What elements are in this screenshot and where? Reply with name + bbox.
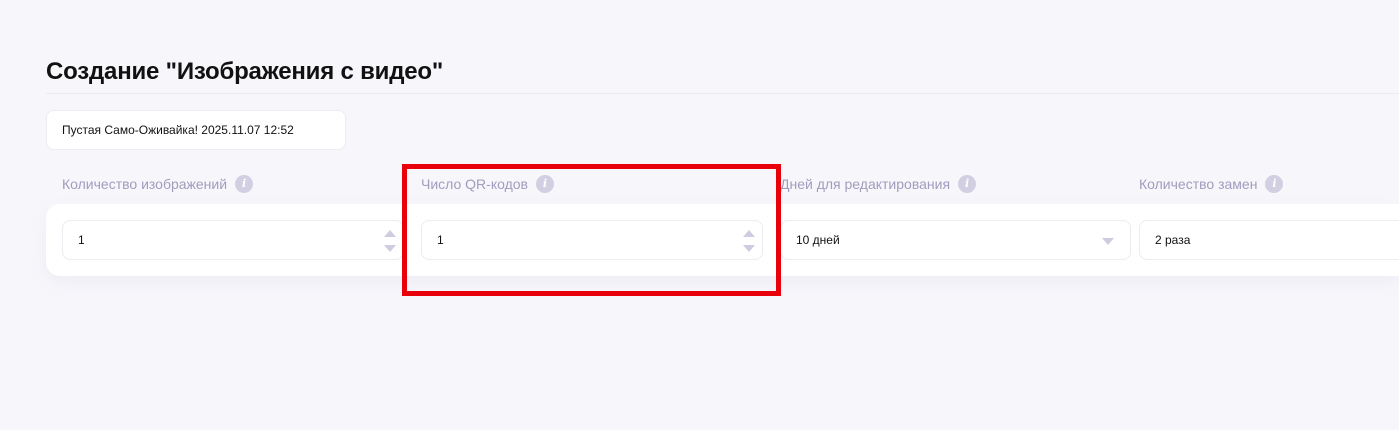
label-replacements: Количество замен i [1139,175,1284,193]
project-name-field[interactable]: Пустая Само-Оживайка! 2025.11.07 12:52 [46,110,346,150]
label-qr-count-text: Число QR-кодов [421,176,528,192]
image-count-input[interactable]: 1 [62,220,404,260]
page-title: Создание "Изображения с видео" [46,58,444,85]
edit-days-value: 10 дней [796,233,840,247]
chevron-down-icon[interactable] [1102,238,1114,245]
image-count-stepper[interactable] [383,230,397,252]
stepper-down-icon[interactable] [743,245,755,252]
label-replacements-text: Количество замен [1139,176,1258,192]
info-icon[interactable]: i [958,175,977,193]
image-count-value: 1 [78,233,85,247]
qr-count-input[interactable]: 1 [421,220,763,260]
label-edit-days: Дней для редактирования i [780,175,977,193]
qr-count-value: 1 [437,233,444,247]
label-edit-days-text: Дней для редактирования [780,176,951,192]
stepper-down-icon[interactable] [384,245,396,252]
title-divider [46,93,1399,94]
info-icon[interactable]: i [535,175,554,193]
label-image-count: Количество изображений i [62,175,254,193]
stepper-up-icon[interactable] [384,230,396,237]
page: Создание "Изображения с видео" Пустая Са… [0,0,1399,430]
info-icon[interactable]: i [235,175,254,193]
edit-days-select[interactable]: 10 дней [780,220,1131,260]
replacements-input[interactable]: 2 раза [1139,220,1399,260]
stepper-up-icon[interactable] [743,230,755,237]
label-image-count-text: Количество изображений [62,176,228,192]
qr-count-stepper[interactable] [742,230,756,252]
replacements-value: 2 раза [1155,233,1191,247]
info-icon[interactable]: i [1265,175,1284,193]
label-qr-count: Число QR-кодов i [421,175,554,193]
